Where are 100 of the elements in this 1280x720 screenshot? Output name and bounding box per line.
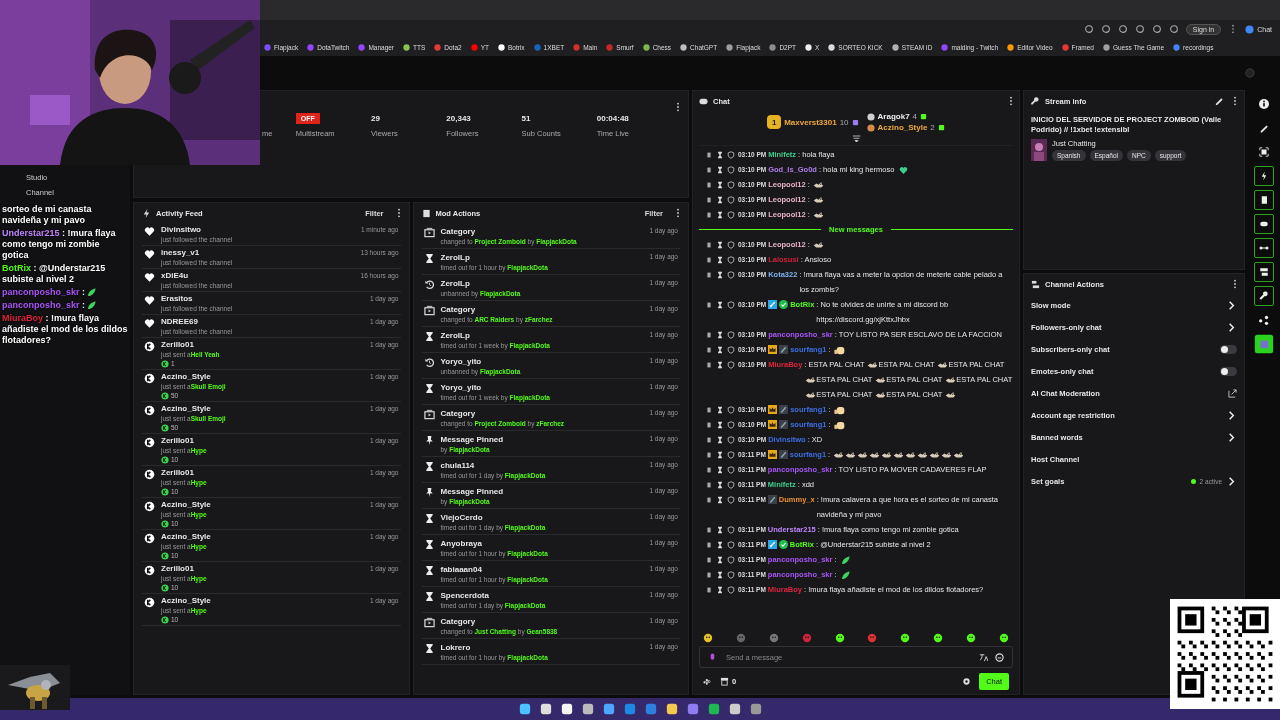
- collapse-icon[interactable]: [851, 135, 861, 143]
- app-icon[interactable]: [1254, 334, 1274, 354]
- share-icon[interactable]: [703, 676, 712, 686]
- chat-icon[interactable]: [1254, 214, 1274, 234]
- taskbar-icon[interactable]: [581, 703, 594, 715]
- toolbar-icon[interactable]: [1151, 24, 1162, 34]
- taskbar-icon[interactable]: [518, 703, 531, 715]
- hourglass-icon[interactable]: [716, 345, 724, 354]
- toolbar-icon[interactable]: [1083, 24, 1094, 34]
- shield-icon[interactable]: [727, 300, 735, 309]
- toolbar-icon[interactable]: [1117, 24, 1128, 34]
- external-link-icon[interactable]: [1228, 388, 1237, 398]
- more-icon[interactable]: [676, 102, 681, 112]
- rank-badge: 1: [767, 115, 782, 129]
- chevron-icon[interactable]: [1226, 476, 1237, 487]
- hourglass-icon[interactable]: [716, 420, 724, 429]
- more-icon[interactable]: [1009, 96, 1013, 106]
- emote-icon[interactable]: [998, 633, 1009, 643]
- toggle-switch[interactable]: [1220, 366, 1237, 376]
- toolbar-icon[interactable]: [1100, 24, 1111, 34]
- coin-icon: [144, 565, 155, 576]
- chevron-icon[interactable]: [1226, 322, 1237, 333]
- hourglass-icon[interactable]: [716, 195, 724, 204]
- hourglass-icon[interactable]: [716, 480, 724, 489]
- hourglass-icon[interactable]: [716, 330, 724, 339]
- taskbar-icon[interactable]: [707, 703, 720, 715]
- emote-icon[interactable]: [834, 633, 845, 643]
- hourglass-icon[interactable]: [716, 540, 724, 549]
- emote-icon[interactable]: [703, 633, 713, 643]
- chevron-icon[interactable]: [1226, 432, 1237, 443]
- hourglass-icon[interactable]: [716, 495, 724, 504]
- hourglass-icon[interactable]: [716, 570, 724, 579]
- emote-icon: [945, 390, 957, 400]
- favicon-icon: [470, 43, 478, 51]
- hourglass-icon: [423, 591, 435, 602]
- heart-icon: [144, 318, 155, 329]
- settings-icon[interactable]: [962, 676, 972, 686]
- hourglass-icon[interactable]: [716, 585, 724, 594]
- taskbar-icon[interactable]: [560, 703, 573, 715]
- hourglass-icon[interactable]: [716, 210, 724, 219]
- taskbar-icon[interactable]: [665, 703, 678, 715]
- emote-icon[interactable]: [900, 633, 911, 643]
- swap-icon[interactable]: [1254, 238, 1274, 258]
- emote-icon: [917, 450, 929, 460]
- hourglass-icon[interactable]: [716, 270, 724, 279]
- hourglass-icon[interactable]: [716, 435, 724, 444]
- crown-badge-icon: [768, 405, 778, 414]
- pencil-icon[interactable]: [1215, 96, 1224, 106]
- hourglass-icon[interactable]: [716, 300, 724, 309]
- emote-icon[interactable]: [966, 633, 976, 643]
- document-icon[interactable]: [1254, 190, 1274, 210]
- hourglass-icon[interactable]: [716, 555, 724, 564]
- chevron-icon[interactable]: [1226, 410, 1237, 421]
- more-icon[interactable]: [1233, 96, 1237, 106]
- emote-icon: [875, 390, 887, 400]
- taskbar-icon[interactable]: [602, 703, 615, 715]
- wrench-icon[interactable]: [1254, 286, 1274, 306]
- hourglass-icon[interactable]: [716, 240, 724, 249]
- layout-icon[interactable]: [1254, 262, 1274, 282]
- more-icon[interactable]: [676, 208, 680, 218]
- hourglass-icon[interactable]: [716, 165, 724, 174]
- hourglass-icon[interactable]: [716, 405, 724, 414]
- toggle-switch[interactable]: [1220, 344, 1237, 354]
- emote-icon: [867, 360, 879, 370]
- hourglass-icon[interactable]: [716, 465, 724, 474]
- emote-icon: [905, 450, 917, 460]
- hourglass-icon[interactable]: [716, 525, 724, 534]
- emoji-icon[interactable]: [995, 652, 1004, 662]
- document-icon: [421, 208, 431, 218]
- store-icon[interactable]: [720, 676, 729, 686]
- hourglass-icon[interactable]: [716, 360, 724, 369]
- hourglass-icon: [423, 331, 435, 342]
- tv-icon: [423, 227, 435, 238]
- taskbar-icon[interactable]: [539, 703, 552, 715]
- hourglass-icon[interactable]: [716, 150, 724, 159]
- favicon-icon: [1061, 43, 1069, 51]
- hourglass-icon: [423, 539, 435, 550]
- heart-icon: [144, 272, 155, 283]
- emote-icon[interactable]: [933, 633, 944, 643]
- coin-icon: [144, 341, 155, 352]
- crown-badge-icon: [768, 345, 778, 354]
- lightning-icon[interactable]: [1254, 166, 1274, 186]
- tv-icon: [423, 305, 435, 316]
- toolbar-icon[interactable]: [1134, 24, 1145, 34]
- favicon-icon: [573, 43, 581, 51]
- mod-action-title: Yoryo_yito: [440, 382, 483, 393]
- more-icon[interactable]: [396, 208, 401, 218]
- chevron-icon[interactable]: [1226, 300, 1237, 311]
- hourglass-icon[interactable]: [716, 450, 724, 459]
- translate-icon[interactable]: [979, 652, 988, 662]
- microphone-icon[interactable]: [708, 652, 717, 662]
- hourglass-icon[interactable]: [716, 180, 724, 189]
- taskbar-icon[interactable]: [728, 703, 741, 715]
- hourglass-icon[interactable]: [716, 255, 724, 264]
- more-icon[interactable]: [1233, 279, 1237, 289]
- status-dot: [1190, 478, 1196, 484]
- toolbar-icon[interactable]: [1168, 24, 1179, 34]
- mod-action-title: ZeroILp: [440, 252, 471, 263]
- subscriber-badge-icon: [778, 450, 788, 459]
- favicon-icon: [1007, 43, 1015, 51]
